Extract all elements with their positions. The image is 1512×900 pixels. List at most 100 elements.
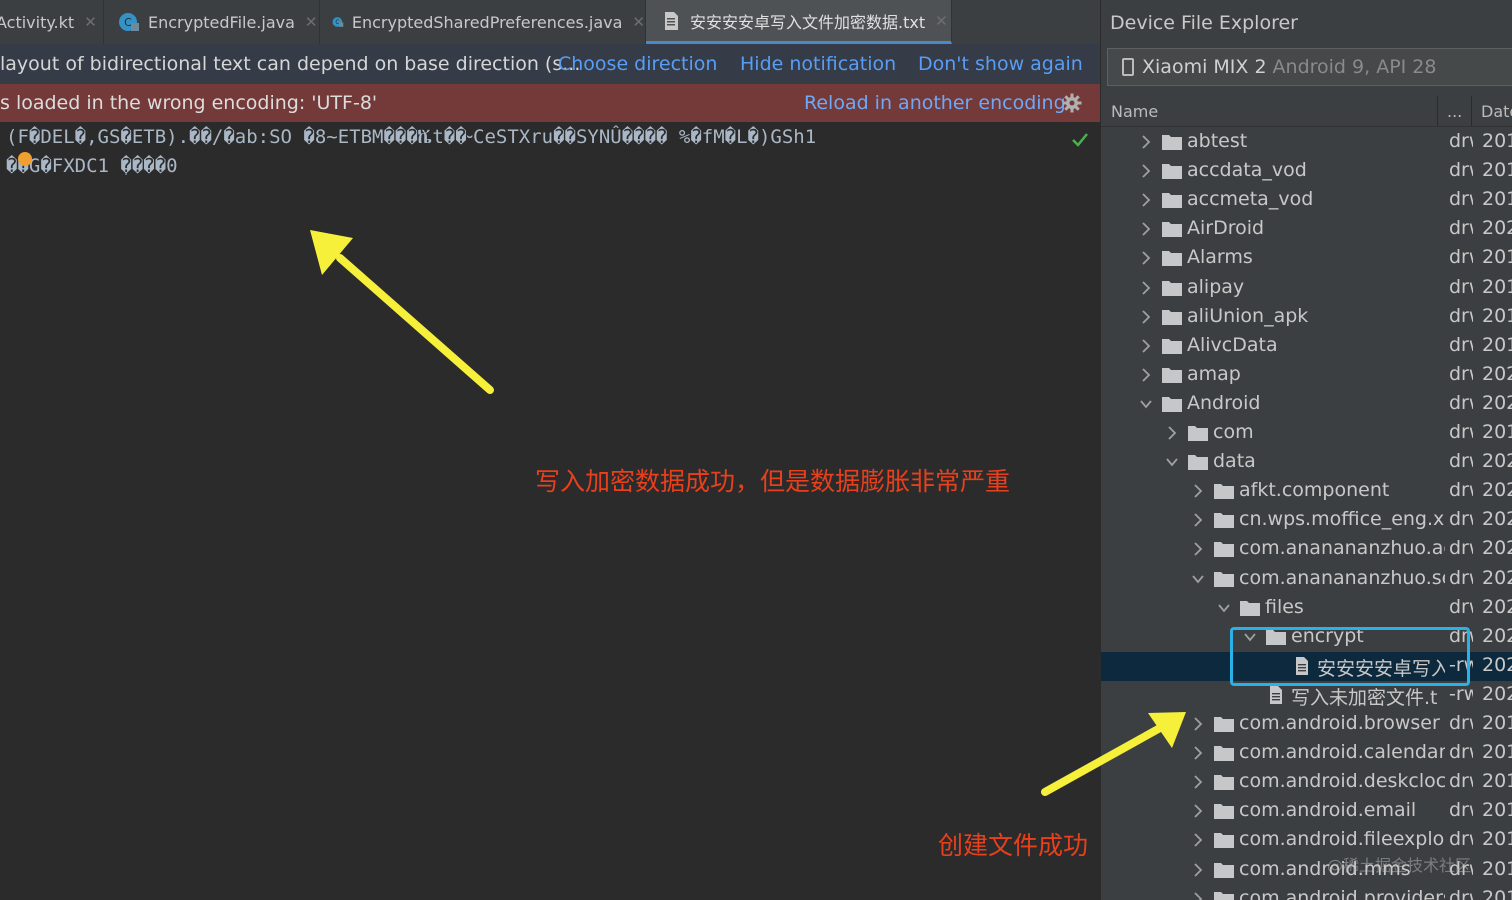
chevron-right-icon[interactable] [1139,251,1153,266]
watermark: @稀土掘金技术社区 [1327,856,1472,875]
dont-show-again-link[interactable]: Don't show again [918,53,1083,75]
tree-folder-row[interactable]: afkt.component drw 202 [1101,477,1512,506]
tree-folder-row[interactable]: abtest drw 201 [1101,128,1512,157]
tree-folder-row[interactable]: files drw 202 [1101,594,1512,623]
chevron-right-icon[interactable] [1139,339,1153,353]
tree-folder-row[interactable]: Android drw 202 [1101,390,1512,419]
tree-folder-row[interactable]: AirDroid drw 202 [1101,215,1512,244]
folder-icon [1162,367,1182,383]
row-name: Alarms [1187,246,1253,269]
tree-folder-row[interactable]: accmeta_vod drw 201 [1101,186,1512,215]
tree-folder-row[interactable]: cn.wps.moffice_eng.xidrw 202 [1101,506,1512,535]
row-date: 202 [1482,362,1512,385]
row-name: AlivcData [1187,333,1278,356]
row-permissions: drw [1449,770,1473,793]
chevron-down-icon[interactable] [1165,455,1179,469]
tree-folder-row[interactable]: amap drw 202 [1101,361,1512,390]
tree-folder-row[interactable]: com.android.browser drw 201 [1101,710,1512,739]
chevron-right-icon[interactable] [1139,280,1153,295]
row-date: 201 [1482,246,1512,269]
row-date: 202 [1482,682,1512,705]
column-date[interactable]: Date [1481,102,1512,121]
chevron-right-icon[interactable] [1191,862,1205,877]
tree-folder-row[interactable]: alipay drw 201 [1101,274,1512,303]
row-permissions: drw [1449,886,1473,900]
folder-icon [1162,280,1182,296]
explorer-annotation: 创建文件成功 [938,831,1089,860]
row-date: 201 [1482,275,1512,298]
row-name: com.android.fileexplor [1239,828,1445,851]
tree-folder-row[interactable]: com.android.providers drw 201 [1101,885,1512,900]
chevron-down-icon[interactable] [1217,601,1231,615]
tree-folder-row[interactable]: AlivcData drw 201 [1101,332,1512,361]
folder-icon [1214,571,1234,587]
row-name: com.android.providers [1239,886,1445,900]
chevron-right-icon[interactable] [1139,309,1153,324]
row-name: 写入未加密文件.t [1291,686,1438,709]
code-line-1[interactable]: (F�DEL�,GS�ETB).��/�ab:SO �8~ETBM���ⷌt��… [6,125,816,150]
tree-folder-row[interactable]: com drw 201 [1101,419,1512,448]
row-permissions: drw [1449,566,1473,589]
chevron-right-icon[interactable] [1191,891,1205,900]
column-name[interactable]: Name [1111,102,1158,121]
chevron-right-icon[interactable] [1139,368,1153,382]
close-icon[interactable]: ✕ [305,13,318,31]
tab-encryptedsharedpreferences-java[interactable]: C EncryptedSharedPreferences.java ✕ [320,0,646,44]
chevron-right-icon[interactable] [1139,222,1153,236]
chevron-right-icon[interactable] [1191,513,1205,527]
device-selector[interactable]: Xiaomi MIX 2 Android 9, API 28 [1107,48,1512,86]
tree-folder-row[interactable]: aliUnion_apk drw 201 [1101,303,1512,332]
tree-folder-row[interactable]: data drw 202 [1101,448,1512,477]
tree-folder-row[interactable]: com.android.deskclockdrw 201 [1101,768,1512,797]
close-icon[interactable]: ✕ [84,13,97,31]
row-date: 202 [1482,391,1512,414]
row-date: 202 [1482,566,1512,589]
chevron-right-icon[interactable] [1191,775,1205,789]
reload-encoding-link[interactable]: Reload in another encoding [804,92,1066,114]
row-date: 202 [1482,624,1512,647]
chevron-down-icon[interactable] [1139,397,1153,411]
close-icon[interactable]: ✕ [632,13,645,31]
hide-notification-link[interactable]: Hide notification [740,53,896,75]
tree-folder-row[interactable]: com.android.email drw 201 [1101,797,1512,826]
chevron-right-icon[interactable] [1165,426,1179,440]
folder-icon [1214,513,1234,529]
folder-icon [1162,251,1182,267]
tab-encrypted-txt[interactable]: 安安安安卓写入文件加密数据.txt ✕ [646,0,952,44]
tree-folder-row[interactable]: Alarms drw 201 [1101,244,1512,273]
row-permissions: drw [1449,712,1473,734]
row-date: 201 [1482,159,1512,182]
java-class-icon: C [119,13,139,31]
tree-folder-row[interactable]: com.ananananzhuo.sedrw 202 [1101,565,1512,594]
row-permissions: drw [1449,304,1473,327]
tab-encryptedfile-java[interactable]: C EncryptedFile.java ✕ [104,0,320,44]
editor-annotation: 写入加密数据成功，但是数据膨胀非常严重 [535,467,1011,496]
tree-folder-row[interactable]: accdata_vod drw 201 [1101,157,1512,186]
chevron-right-icon[interactable] [1139,135,1153,149]
chevron-right-icon[interactable] [1139,193,1153,207]
row-name: AirDroid [1187,217,1265,240]
chevron-right-icon[interactable] [1191,833,1205,848]
close-icon[interactable]: ✕ [935,12,948,30]
column-more[interactable]: ... [1447,102,1462,121]
svg-text:C: C [124,16,132,29]
folder-icon [1214,542,1234,558]
row-date: 201 [1482,886,1512,900]
chevron-down-icon[interactable] [1191,572,1205,586]
editor-pane: Activity.kt ✕ C EncryptedFile.java ✕ C E… [0,0,1100,900]
chevron-right-icon[interactable] [1191,542,1205,557]
choose-direction-link[interactable]: Choose direction [558,53,717,75]
tree-folder-row[interactable]: com.android.calendardrw 201 [1101,739,1512,768]
row-date: 201 [1482,130,1512,152]
chevron-right-icon[interactable] [1191,717,1205,731]
tab-activity-kt[interactable]: Activity.kt ✕ [0,0,104,44]
gear-icon[interactable] [1062,93,1082,113]
tree-folder-row[interactable]: com.ananananzhuo.acdrw 202 [1101,535,1512,564]
text-file-icon [665,11,678,30]
chevron-right-icon[interactable] [1139,164,1153,178]
chevron-right-icon[interactable] [1191,484,1205,498]
row-date: 201 [1482,304,1512,327]
chevron-right-icon[interactable] [1191,804,1205,818]
row-date: 202 [1482,508,1512,531]
chevron-right-icon[interactable] [1191,746,1205,760]
